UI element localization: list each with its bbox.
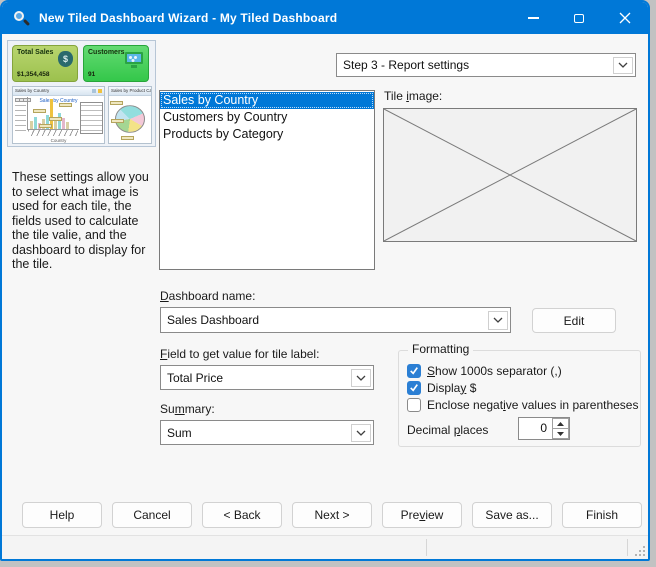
cancel-button[interactable]: Cancel <box>112 502 192 528</box>
finish-button[interactable]: Finish <box>562 502 642 528</box>
spin-up-button[interactable] <box>552 418 569 429</box>
decimal-places-spinner[interactable]: 0 <box>518 417 570 440</box>
step-selector-combobox[interactable]: Step 3 - Report settings <box>336 53 636 77</box>
spin-down-icon <box>557 432 564 436</box>
preview-data-label-chip <box>110 101 123 105</box>
maximize-icon <box>574 14 584 23</box>
summary-value: Sum <box>167 426 192 440</box>
preview-tile-customers: Customers 91 <box>83 45 149 82</box>
preview-data-label-chip <box>33 109 46 113</box>
list-item-sales-by-country[interactable]: Sales by Country <box>160 92 374 109</box>
thousands-separator-label: Show 1000s separator (,) <box>427 364 562 378</box>
dashboard-name-combobox[interactable]: Sales Dashboard <box>160 307 511 333</box>
app-magnifier-icon <box>13 10 30 27</box>
preview-pie-chart-panel: Sales by Product Category <box>108 86 152 144</box>
report-listbox[interactable]: Sales by Country Customers by Country Pr… <box>159 90 375 270</box>
decimal-places-label: Decimal places <box>407 423 488 437</box>
display-dollar-label: Display $ <box>427 381 476 395</box>
step-description: These settings allow you to select what … <box>12 170 158 272</box>
step-selector-value: Step 3 - Report settings <box>343 58 469 72</box>
list-item-customers-by-country[interactable]: Customers by Country <box>160 109 374 126</box>
field-for-label-label: Field to get value for tile label: <box>160 347 319 361</box>
field-for-label-combobox[interactable]: Total Price <box>160 365 374 390</box>
preview-data-label-chip <box>59 103 72 107</box>
checkbox-row-thousands-separator[interactable]: Show 1000s separator (,) <box>407 363 562 378</box>
close-button[interactable] <box>602 2 648 34</box>
next-button[interactable]: Next > <box>292 502 372 528</box>
preview-x-axis-label: Country <box>13 138 104 143</box>
preview-y-axis-labels <box>15 105 26 133</box>
preview-panel-caption: Sales by Product Category <box>109 87 151 96</box>
check-icon <box>409 366 419 375</box>
list-item-products-by-category[interactable]: Products by Category <box>160 126 374 143</box>
dashboard-name-label: Dashboard name: <box>160 289 255 303</box>
negative-parentheses-label: Enclose negative values in parentheses <box>427 398 638 412</box>
thousands-separator-checkbox[interactable] <box>407 364 421 378</box>
spin-up-icon <box>557 422 564 426</box>
tile-image-placeholder <box>383 108 637 242</box>
spinner-buttons <box>552 418 569 439</box>
statusbar <box>2 535 648 559</box>
checkbox-row-display-dollar[interactable]: Display $ <box>407 380 476 395</box>
preview-toolbar-icons <box>98 89 102 93</box>
chevron-down-icon <box>488 311 508 330</box>
check-icon <box>409 383 419 392</box>
wizard-window: New Tiled Dashboard Wizard - My Tiled Da… <box>0 0 650 561</box>
field-for-label-value: Total Price <box>167 371 223 385</box>
preview-tile-total-sales: Total Sales $ $1,354,458 <box>12 45 78 82</box>
minimize-icon <box>528 17 539 19</box>
preview-data-label-chip <box>111 119 124 123</box>
minimize-button[interactable] <box>510 2 556 34</box>
screen: New Tiled Dashboard Wizard - My Tiled Da… <box>0 0 656 567</box>
spin-down-button[interactable] <box>552 429 569 439</box>
preview-data-label-chip <box>39 124 52 128</box>
placeholder-cross-icon <box>384 109 636 241</box>
dialog-body: Total Sales $ $1,354,458 Customers 91 Sa… <box>2 34 648 559</box>
window-title: New Tiled Dashboard Wizard - My Tiled Da… <box>39 11 337 25</box>
window-controls <box>510 2 648 34</box>
decimal-places-value[interactable]: 0 <box>519 418 552 439</box>
dashboard-preview-thumbnail: Total Sales $ $1,354,458 Customers 91 Sa… <box>7 40 156 147</box>
preview-tile-value: 91 <box>88 71 95 78</box>
chevron-down-icon <box>351 369 371 387</box>
titlebar: New Tiled Dashboard Wizard - My Tiled Da… <box>2 2 648 34</box>
tile-image-label: Tile image: <box>384 89 442 103</box>
preview-mini-bar-chart <box>27 97 79 130</box>
preview-data-label-chip <box>49 117 62 121</box>
chevron-down-icon <box>613 57 633 74</box>
preview-x-axis-ticks <box>28 130 78 136</box>
save-as-button[interactable]: Save as... <box>472 502 552 528</box>
statusbar-divider <box>426 539 427 556</box>
resize-grip[interactable] <box>633 544 645 556</box>
help-button[interactable]: Help <box>22 502 102 528</box>
summary-combobox[interactable]: Sum <box>160 420 374 445</box>
close-icon <box>619 12 631 24</box>
preview-button[interactable]: Preview <box>382 502 462 528</box>
money-bag-icon: $ <box>58 51 73 67</box>
preview-data-label-chip <box>121 136 134 140</box>
formatting-groupbox: Formatting Show 1000s separator (,) Disp… <box>398 350 641 447</box>
dashboard-name-value: Sales Dashboard <box>167 313 259 327</box>
chevron-down-icon <box>351 424 371 442</box>
back-button[interactable]: < Back <box>202 502 282 528</box>
edit-button[interactable]: Edit <box>532 308 616 333</box>
summary-label: Summary: <box>160 402 215 416</box>
preview-panel-caption: Sales by Country <box>13 87 104 96</box>
statusbar-divider <box>627 539 628 556</box>
checkbox-row-negative-parentheses[interactable]: Enclose negative values in parentheses <box>407 397 638 412</box>
display-dollar-checkbox[interactable] <box>407 381 421 395</box>
preview-bar-chart-panel: Sales by Country Sales by Country Countr… <box>12 86 105 144</box>
formatting-group-title: Formatting <box>408 342 473 356</box>
monitor-users-icon <box>125 52 143 64</box>
preview-tile-value: $1,354,458 <box>17 71 50 78</box>
preview-legend <box>80 102 103 134</box>
negative-parentheses-checkbox[interactable] <box>407 398 421 412</box>
maximize-button[interactable] <box>556 2 602 34</box>
